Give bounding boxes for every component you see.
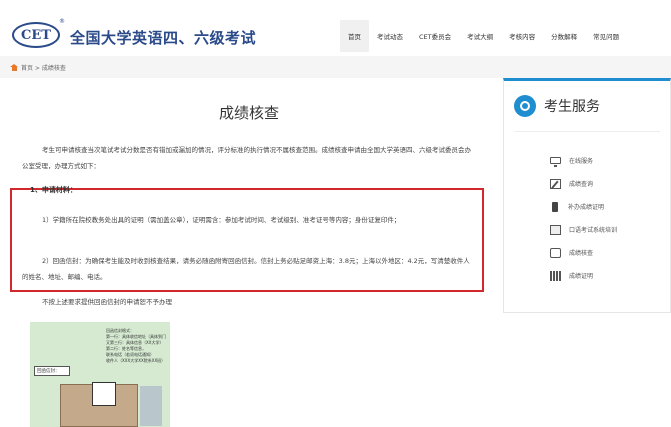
service-sidebar: 考生服务 在线服务 成绩查询 补办成绩证明 口语考试系统培训 成绩核查 成绩证明 [503,78,671,313]
nav-item-news[interactable]: 考试动态 [369,20,411,52]
service-item-label: 口语考试系统培训 [569,227,618,234]
service-list: 在线服务 成绩查询 补办成绩证明 口语考试系统培训 成绩核查 成绩证明 [550,149,670,287]
note-text: 不按上述要求提供回函信封的申请恕不予办理 [42,298,172,306]
service-item-reissue[interactable]: 补办成绩证明 [550,195,670,218]
section-heading: 1、申请材料： [30,186,77,194]
requirement-item-2: 2）回函信封：为确保考生能及时收到核查结果，请务必随函附寄回函信封。信封上务必贴… [22,257,470,281]
service-item-label: 成绩证明 [569,273,594,280]
site-header: CET ® 全国大学英语四、六级考试 首页 考试动态 CET委员会 考试大纲 考… [0,0,671,56]
service-header: 考生服务 [514,95,600,117]
monitor-icon [550,157,561,167]
envelope-label: 回函信封： [34,366,70,376]
service-item-label: 补办成绩证明 [568,204,605,211]
nav-item-home[interactable]: 首页 [340,20,369,52]
service-item-score-query[interactable]: 成绩查询 [550,172,670,195]
nav-item-faq[interactable]: 常见问题 [585,20,627,52]
site-title[interactable]: 全国大学英语四、六级考试 [70,27,256,48]
envelope-sample-image: 回函信封： 回函信封格式： 第一行：具体收信地址（具体到门牌号码） 又第三行：具… [30,322,170,427]
edit-icon [550,178,561,189]
nav-item-scores[interactable]: 分数解释 [543,20,585,52]
envelope-instructions: 回函信封格式： 第一行：具体收信地址（具体到门牌号码） 又第三行：具体信息（XX… [106,328,166,364]
cet-logo[interactable]: CET [12,22,60,48]
logo-text: CET [21,27,51,43]
nav-item-committee[interactable]: CET委员会 [411,20,459,52]
main-nav: 首页 考试动态 CET委员会 考试大纲 考核内容 分数解释 常见问题 [340,20,627,52]
nav-item-content[interactable]: 考核内容 [501,20,543,52]
service-item-label: 在线服务 [569,158,594,165]
service-item-online[interactable]: 在线服务 [550,149,670,172]
breadcrumb: 首页 > 成绩核查 [10,63,66,72]
stamp-area [92,382,116,406]
box-icon [550,247,561,258]
service-title: 考生服务 [544,99,600,115]
requirement-item-1: 1）学籍所在院校教务处出具的证明（需加盖公章），证明需含：参加考试时间、考试级别… [42,216,401,224]
user-service-icon [514,95,536,117]
service-item-score-check[interactable]: 成绩核查 [550,241,670,264]
service-item-label: 成绩核查 [569,250,594,257]
phone-icon [552,201,558,212]
envelope-line: 收件人（XXX大学XX院系XX班） [106,358,166,363]
page-title: 成绩核查 [218,104,279,122]
card-icon [550,224,561,235]
envelope-side-photo [140,386,162,426]
service-item-oral-training[interactable]: 口语考试系统培训 [550,218,670,241]
nav-item-syllabus[interactable]: 考试大纲 [459,20,501,52]
breadcrumb-bar: 首页 > 成绩核查 [0,56,671,78]
service-item-label: 成绩查询 [569,181,594,188]
registered-mark: ® [59,18,65,25]
home-icon[interactable] [10,64,18,71]
divider [514,131,660,132]
intro-paragraph: 考生可申请核查当次笔试考试分数是否有错加或漏加的情况，评分标准的执行情况不属核查… [22,146,471,170]
article-panel: 成绩核查 考生可申请核查当次笔试考试分数是否有错加或漏加的情况，评分标准的执行情… [10,78,488,427]
breadcrumb-text[interactable]: 首页 > 成绩核查 [21,63,66,72]
book-icon [550,270,561,281]
service-item-certificate[interactable]: 成绩证明 [550,264,670,287]
